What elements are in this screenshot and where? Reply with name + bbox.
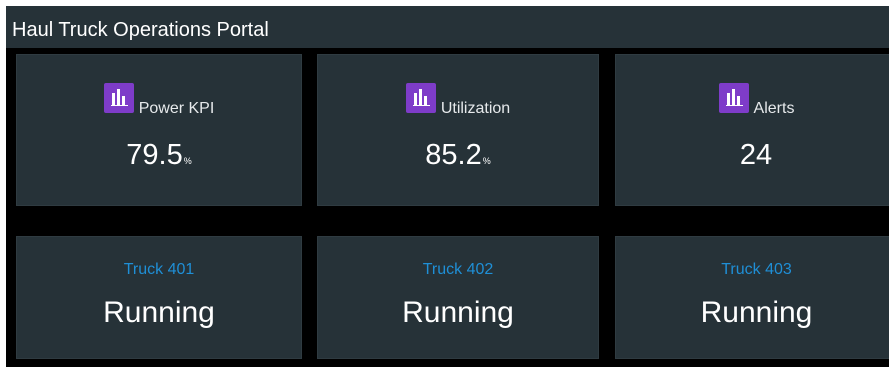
kpi-number: 85.2 — [425, 139, 482, 171]
operations-portal: Haul Truck Operations Portal Power KPI 7… — [6, 6, 889, 367]
bar-chart-icon — [718, 83, 749, 113]
truck-card-401[interactable]: Truck 401 Running — [16, 236, 302, 359]
bar-chart-icon — [103, 83, 134, 113]
kpi-card-utilization[interactable]: Utilization 85.2% — [317, 54, 599, 206]
truck-name: Truck 401 — [123, 261, 195, 278]
kpi-card-power[interactable]: Power KPI 79.5% — [16, 54, 302, 206]
kpi-value: 24 — [616, 139, 889, 177]
truck-card-403[interactable]: Truck 403 Running — [615, 236, 889, 359]
page-title: Haul Truck Operations Portal — [12, 19, 269, 41]
kpi-header: Power KPI — [17, 83, 301, 118]
bar-chart-icon — [405, 83, 436, 113]
kpi-card-alerts[interactable]: Alerts 24 — [615, 54, 889, 206]
kpi-label: Utilization — [440, 100, 511, 117]
truck-status: Running — [103, 296, 215, 329]
title-bar: Haul Truck Operations Portal — [6, 6, 889, 48]
kpi-header: Alerts — [616, 83, 889, 118]
truck-name: Truck 403 — [721, 261, 792, 278]
kpi-unit: % — [183, 156, 192, 166]
kpi-unit: % — [482, 156, 491, 166]
kpi-value: 79.5% — [17, 139, 301, 177]
truck-status: Running — [402, 296, 514, 329]
kpi-header: Utilization — [318, 83, 598, 118]
truck-card-402[interactable]: Truck 402 Running — [317, 236, 599, 359]
kpi-value: 85.2% — [318, 139, 598, 177]
kpi-label: Alerts — [753, 100, 795, 117]
kpi-label: Power KPI — [138, 100, 215, 117]
truck-status: Running — [700, 296, 813, 329]
truck-name: Truck 402 — [422, 261, 494, 278]
kpi-number: 79.5 — [126, 139, 183, 171]
kpi-number: 24 — [739, 139, 773, 171]
